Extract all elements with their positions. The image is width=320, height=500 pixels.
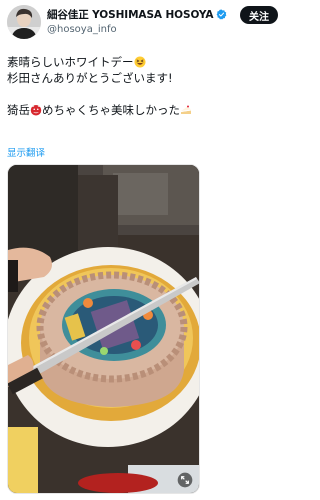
display-name[interactable]: 細谷佳正 YOSHIMASA HOSOYA xyxy=(47,7,214,22)
tweet-line-3-start: 猗岳 xyxy=(7,103,30,117)
cake-photo xyxy=(8,165,199,493)
avatar-photo-icon xyxy=(7,5,41,39)
tweet-line-2: 杉田さんありがとうございます! xyxy=(7,71,173,85)
translate-link[interactable]: 显示翻译 xyxy=(7,145,45,159)
author-name-line[interactable]: 細谷佳正 YOSHIMASA HOSOYA xyxy=(47,7,227,22)
tweet-line-1: 素晴らしいホワイトデー xyxy=(7,54,285,70)
grinning-squint-emoji xyxy=(134,56,145,68)
tweet-media[interactable] xyxy=(7,164,200,494)
verified-badge-icon xyxy=(217,9,227,20)
expand-icon[interactable] xyxy=(177,472,193,488)
tweet-header: 細谷佳正 YOSHIMASA HOSOYA @hosoya_info 关注 xyxy=(0,0,290,46)
ogre-mask-emoji xyxy=(30,104,42,116)
tweet-text: 素晴らしいホワイトデー 杉田さんありがとうございます! 猗岳 めちゃくちゃ美味し… xyxy=(7,54,285,118)
follow-button[interactable]: 关注 xyxy=(240,6,278,24)
avatar[interactable] xyxy=(7,5,41,39)
tweet-line-3-end: めちゃくちゃ美味しかった xyxy=(42,103,180,117)
cake-slice-emoji xyxy=(181,105,191,114)
tweet-line-3: 猗岳 めちゃくちゃ美味しかった xyxy=(7,102,285,118)
user-handle[interactable]: @hosoya_info xyxy=(47,24,117,35)
tweet-line-1-text: 素晴らしいホワイトデー xyxy=(7,55,134,69)
